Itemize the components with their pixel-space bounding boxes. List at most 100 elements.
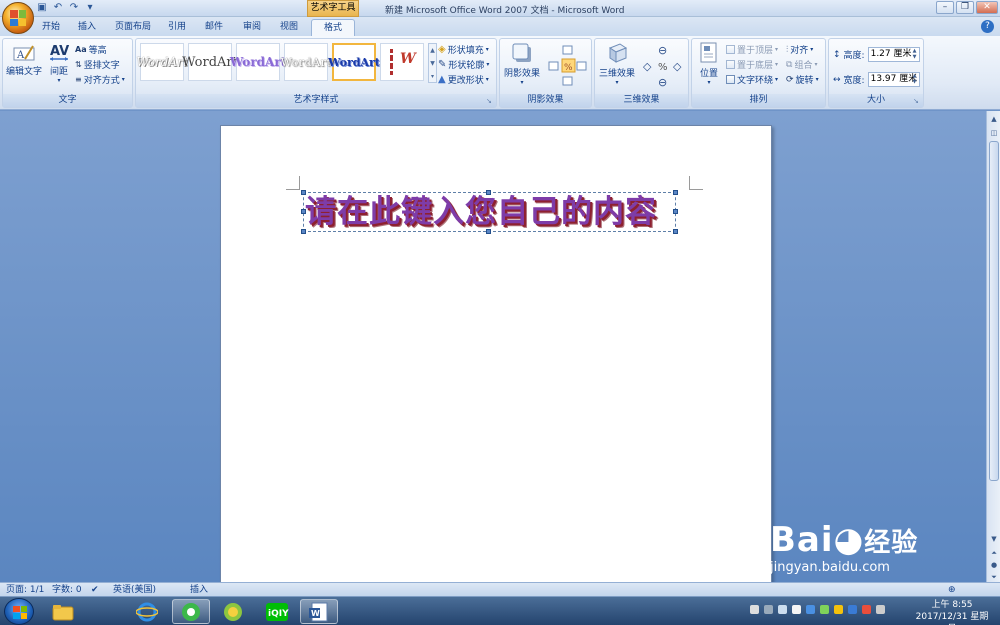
text-wrap-dropdown-icon: ▾ [775,76,779,83]
change-shape-button[interactable]: ▲ 更改形状 ▾ [438,73,489,86]
qat-dropdown-icon[interactable]: ▾ [84,2,96,14]
vertical-scrollbar[interactable]: ▲ ◫ ▼ ⏶ ● ⏷ [986,111,1000,582]
size-launcher-icon[interactable]: ↘ [913,97,921,105]
edit-text-label: 编辑文字 [5,67,42,77]
width-spinner-icon[interactable]: ▲ ▼ [911,73,919,86]
help-icon[interactable]: ? [981,20,994,33]
spacing-button[interactable]: AV 间距 ▾ [45,42,73,84]
resize-handle-bottom-right[interactable] [673,229,678,234]
status-language[interactable]: 英语(美国) [113,584,156,596]
tray-keyboard-icon[interactable] [764,605,773,614]
browse-object-icon[interactable]: ● [988,559,1000,571]
position-button[interactable]: 位置 ▾ [694,42,724,86]
svg-text:⊖: ⊖ [658,76,667,89]
even-height-button[interactable]: Aa 等高 [75,43,107,56]
edit-text-button[interactable]: A 编辑文字 [5,42,43,77]
spellcheck-icon[interactable]: ✔ [91,584,99,596]
resize-handle-top[interactable] [486,190,491,195]
start-button[interactable] [4,598,34,625]
rotate-button[interactable]: ⟳ 旋转 ▾ [786,73,819,87]
align-dropdown-icon: ▾ [121,76,125,83]
position-dropdown-icon: ▾ [707,79,711,86]
resize-handle-bottom[interactable] [486,229,491,234]
taskbar-app-yellow[interactable] [214,599,252,624]
3d-tilt-icons[interactable]: ⊖ ◇ % ◇ ⊖ [641,43,687,89]
text-wrap-button[interactable]: 文字环绕 ▾ [726,73,778,86]
wordart-style-6[interactable]: W [380,43,424,81]
taskbar-browser-green[interactable] [172,599,210,624]
align-text-button[interactable]: ≡ 对齐方式 ▾ [75,73,125,86]
redo-icon[interactable]: ↷ [68,2,80,14]
wordart-style-1[interactable]: WordArt [136,43,188,81]
undo-icon[interactable]: ↶ [52,2,64,14]
wordart-style-2[interactable]: WordArt [182,43,238,81]
taskbar-clock[interactable]: 上午 8:55 2017/12/31 星期日 [912,599,992,625]
close-button[interactable]: ✕ [976,1,998,14]
3d-effects-button[interactable]: 三维效果 ▾ [597,42,637,86]
wordart-style-4[interactable]: WordArt [281,43,331,81]
gallery-scroller[interactable]: ▲ ▼ ▾ [428,43,437,83]
shadow-nudge-icons[interactable]: % [546,43,590,89]
align-button[interactable]: ⫶ 对齐 ▾ [786,43,814,57]
scroll-up-icon[interactable]: ▲ [988,113,1000,125]
tray-app-icon-3[interactable] [848,605,857,614]
scroll-down-icon[interactable]: ▼ [988,533,1000,545]
ruler-toggle-icon[interactable]: ◫ [988,127,1000,139]
tab-format[interactable]: 格式 [311,19,355,36]
taskbar-word[interactable]: W [300,599,338,624]
scroll-thumb[interactable] [989,141,999,481]
align-dropdown-icon-2: ▾ [810,46,814,53]
restore-button[interactable]: ❐ [956,1,974,14]
taskbar-ie[interactable] [128,599,166,624]
minimize-button[interactable]: – [936,1,954,14]
status-insert-mode[interactable]: 插入 [190,584,208,596]
resize-handle-top-right[interactable] [673,190,678,195]
tray-network-icon[interactable] [778,605,787,614]
taskbar-iqiyi[interactable]: iQIY [258,599,296,624]
tray-arrow-icon[interactable] [750,605,759,614]
tray-volume-icon[interactable] [792,605,801,614]
group-wordart-styles-label: 艺术字样式 [136,94,496,107]
send-to-back-button[interactable]: 置于底层 ▾ [726,58,778,71]
shape-outline-button[interactable]: ✎ 形状轮廓 ▾ [438,58,489,71]
resize-handle-bottom-left[interactable] [301,229,306,234]
tray-app-icon-1[interactable] [806,605,815,614]
tab-view[interactable]: 视图 [276,19,302,36]
zoom-in-icon[interactable]: ⊕ [948,584,956,596]
tray-app-icon-4[interactable] [862,605,871,614]
tab-home[interactable]: 开始 [38,19,64,36]
resize-handle-right[interactable] [673,209,678,214]
shape-fill-button[interactable]: ◈ 形状填充 ▾ [438,43,489,56]
tab-references[interactable]: 引用 [164,19,190,36]
bring-to-front-button[interactable]: 置于顶层 ▾ [726,43,778,56]
previous-page-icon[interactable]: ⏶ [988,547,1000,559]
office-button[interactable] [2,2,34,34]
save-icon[interactable]: ▣ [36,2,48,14]
shadow-effects-button[interactable]: 阴影效果 ▾ [502,42,542,86]
taskbar-explorer[interactable] [44,599,82,624]
height-spinner-icon[interactable]: ▲ ▼ [911,48,919,61]
wordart-style-5-label: WordArt [328,55,380,69]
wordart-style-5[interactable]: WordArt [328,43,380,81]
resize-handle-top-left[interactable] [301,190,306,195]
wordart-styles-launcher-icon[interactable]: ↘ [486,97,494,105]
tab-insert[interactable]: 插入 [74,19,100,36]
tab-mailings[interactable]: 邮件 [201,19,227,36]
status-page[interactable]: 页面: 1/1 [6,584,44,596]
wordart-style-3[interactable]: WordArt [230,43,286,81]
margin-corner-top-right [689,176,703,190]
vertical-text-button[interactable]: ⇅ 竖排文字 [75,58,120,71]
align-icon: ⫶ [786,44,789,55]
tab-page-layout[interactable]: 页面布局 [112,19,154,36]
width-input[interactable]: 13.97 厘米 ▲ ▼ [867,72,920,87]
tab-review[interactable]: 审阅 [239,19,265,36]
wordart-text[interactable]: 请在此键入您自己的内容 [305,192,657,232]
tray-app-icon-2[interactable] [834,605,843,614]
resize-handle-left[interactable] [301,209,306,214]
group-button[interactable]: ⧉ 组合 ▾ [786,58,817,72]
tray-battery-icon[interactable] [820,605,829,614]
tray-flag-icon[interactable] [876,605,885,614]
height-input[interactable]: 1.27 厘米 ▲ ▼ [867,47,920,62]
3d-effects-label: 三维效果 [598,69,635,79]
status-word-count[interactable]: 字数: 0 [52,584,82,596]
